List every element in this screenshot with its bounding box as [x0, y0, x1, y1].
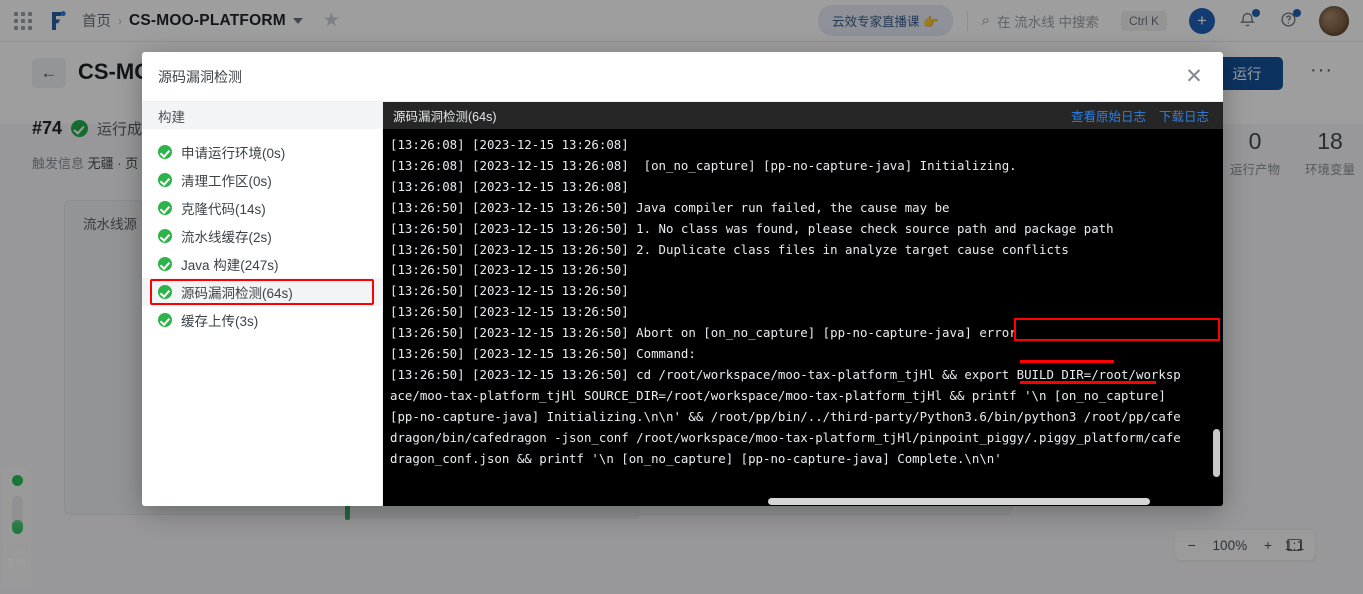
log-line: [13:26:50] [2023-12-15 13:26:50] cd /roo…	[390, 366, 1181, 466]
step-success-icon	[158, 173, 172, 187]
step-success-icon	[158, 285, 172, 299]
log-lines-container: [13:26:08] [2023-12-15 13:26:08] [13:26:…	[387, 135, 1223, 470]
step-item[interactable]: 克隆代码(14s)	[142, 194, 382, 222]
step-label: 流水线缓存(2s)	[181, 230, 272, 245]
log-header: 源码漏洞检测(64s) 查看原始日志 下载日志	[383, 102, 1223, 129]
steps-list: 申请运行环境(0s) 清理工作区(0s) 克隆代码(14s) 流水线缓存(2s) Jav…	[142, 138, 382, 334]
download-log-link[interactable]: 下载日志	[1159, 106, 1209, 125]
step-item[interactable]: 流水线缓存(2s)	[142, 222, 382, 250]
step-item[interactable]: 源码漏洞检测(64s)	[142, 278, 382, 306]
step-log-modal: 源码漏洞检测 ✕ 构建 申请运行环境(0s) 清理工作区(0s) 克隆代码(14s)…	[142, 52, 1223, 506]
log-line: [13:26:50] [2023-12-15 13:26:50] 2. Dupl…	[390, 241, 1069, 257]
log-line: [13:26:50] [2023-12-15 13:26:50]	[390, 262, 637, 278]
modal-body: 构建 申请运行环境(0s) 清理工作区(0s) 克隆代码(14s) 流水线缓存(2s)…	[142, 102, 1223, 506]
step-success-icon	[158, 145, 172, 159]
step-success-icon	[158, 201, 172, 215]
steps-sidebar: 构建 申请运行环境(0s) 清理工作区(0s) 克隆代码(14s) 流水线缓存(2s)…	[142, 102, 383, 506]
step-label: 申请运行环境(0s)	[181, 146, 286, 161]
log-line: [13:26:50] [2023-12-15 13:26:50]	[390, 283, 637, 299]
step-success-icon	[158, 313, 172, 327]
view-raw-log-link[interactable]: 查看原始日志	[1071, 106, 1146, 125]
log-line: [13:26:50] [2023-12-15 13:26:50]	[390, 304, 637, 320]
step-item[interactable]: 清理工作区(0s)	[142, 166, 382, 194]
close-icon[interactable]: ✕	[1181, 64, 1207, 90]
step-label: 克隆代码(14s)	[181, 202, 266, 217]
log-line: [13:26:08] [2023-12-15 13:26:08]	[390, 178, 637, 194]
log-horizontal-scrollbar[interactable]	[768, 498, 1150, 505]
step-item[interactable]: 申请运行环境(0s)	[142, 138, 382, 166]
log-line: [13:26:08] [2023-12-15 13:26:08]	[390, 137, 637, 152]
steps-group-header: 构建	[142, 102, 382, 129]
log-line: [13:26:50] [2023-12-15 13:26:50] Java co…	[390, 199, 950, 215]
log-line: [13:26:50] [2023-12-15 13:26:50] 1. No c…	[390, 220, 1114, 236]
step-label: Java 构建(247s)	[181, 258, 279, 273]
step-item[interactable]: Java 构建(247s)	[142, 250, 382, 278]
step-success-icon	[158, 257, 172, 271]
step-item[interactable]: 缓存上传(3s)	[142, 306, 382, 334]
step-success-icon	[158, 229, 172, 243]
step-label: 源码漏洞检测(64s)	[181, 286, 293, 301]
modal-header: 源码漏洞检测 ✕	[142, 52, 1223, 102]
modal-title: 源码漏洞检测	[158, 68, 242, 85]
step-label: 缓存上传(3s)	[181, 314, 259, 329]
log-header-title: 源码漏洞检测(64s)	[393, 110, 497, 124]
log-line: [13:26:50] [2023-12-15 13:26:50] Abort o…	[390, 325, 1017, 341]
app-root: 首页 › CS-MOO-PLATFORM ★ 云效专家直播课 👉 ⌕ 在 流水线…	[0, 0, 1363, 594]
log-line: [13:26:50] [2023-12-15 13:26:50] Command…	[390, 346, 696, 362]
log-panel: 源码漏洞检测(64s) 查看原始日志 下载日志 [13:26:08] [2023…	[383, 102, 1223, 506]
log-line: [13:26:08] [2023-12-15 13:26:08] [on_no_…	[390, 157, 1017, 173]
log-vertical-scrollbar[interactable]	[1213, 429, 1220, 477]
step-label: 清理工作区(0s)	[181, 174, 272, 189]
log-header-links: 查看原始日志 下载日志	[1071, 106, 1209, 125]
log-output[interactable]: [13:26:08] [2023-12-15 13:26:08] [13:26:…	[383, 129, 1223, 506]
